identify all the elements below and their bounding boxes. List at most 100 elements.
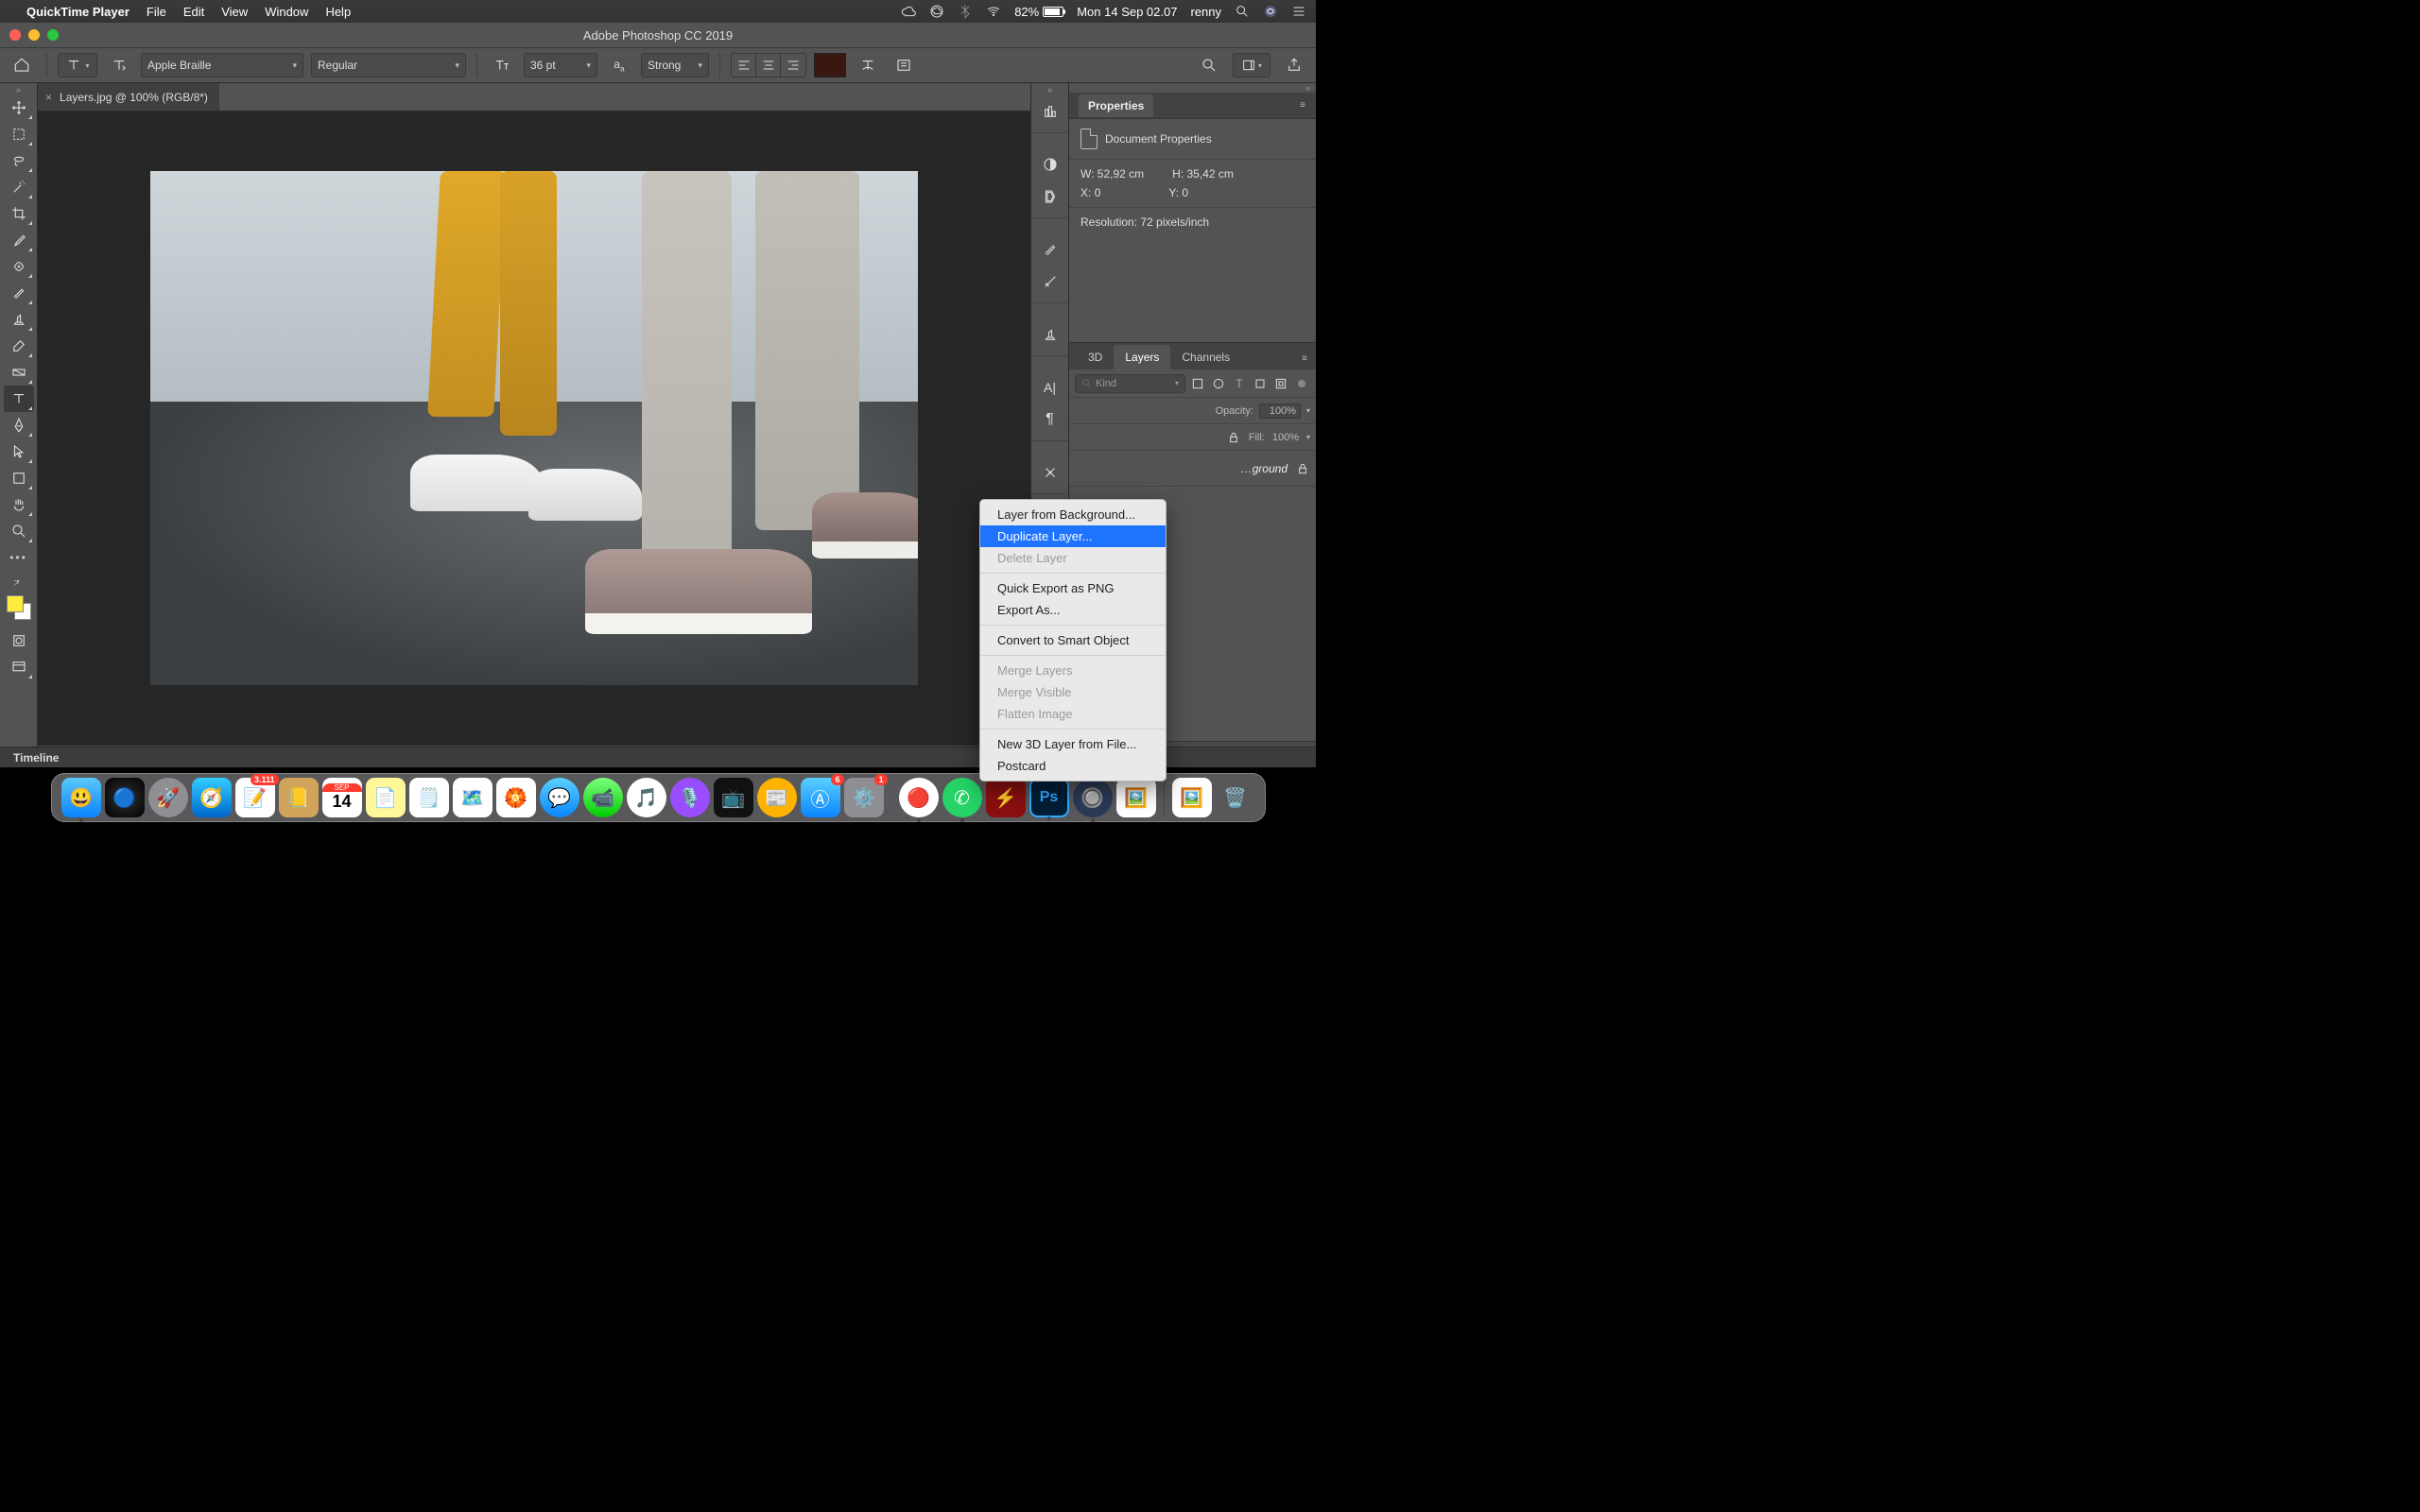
- font-style-select[interactable]: Regular▾: [311, 53, 466, 77]
- fill-value[interactable]: 100%: [1272, 432, 1299, 443]
- move-tool[interactable]: [4, 94, 34, 121]
- dock-whatsapp[interactable]: ✆: [942, 778, 982, 817]
- text-color-swatch[interactable]: [814, 53, 846, 77]
- align-left-button[interactable]: [732, 54, 756, 77]
- dock-maps[interactable]: 🗺️: [453, 778, 493, 817]
- ctx-quick-export-png[interactable]: Quick Export as PNG: [980, 577, 1166, 599]
- dock-notes[interactable]: 📄: [366, 778, 406, 817]
- opacity-value[interactable]: 100%: [1259, 404, 1301, 419]
- dock-calendar[interactable]: SEP 14: [322, 778, 362, 817]
- dock-appstore[interactable]: Ⓐ6: [801, 778, 840, 817]
- dock-news[interactable]: 📰: [757, 778, 797, 817]
- align-right-button[interactable]: [781, 54, 805, 77]
- lock-icon[interactable]: [1226, 430, 1241, 445]
- dock-settings[interactable]: ⚙️1: [844, 778, 884, 817]
- cloud-sync-icon[interactable]: [901, 4, 916, 19]
- screenmode-button[interactable]: [4, 654, 34, 680]
- align-center-button[interactable]: [756, 54, 781, 77]
- magic-wand-tool[interactable]: [4, 174, 34, 200]
- ctx-export-as[interactable]: Export As...: [980, 599, 1166, 621]
- filter-toggle-icon[interactable]: [1293, 375, 1310, 392]
- styles-panel-icon[interactable]: [1035, 181, 1065, 212]
- color-panel-icon[interactable]: [1035, 96, 1065, 127]
- quickmask-button[interactable]: [4, 627, 34, 654]
- home-button[interactable]: [8, 53, 36, 77]
- tab-3d[interactable]: 3D: [1077, 345, 1114, 369]
- brushes-panel-icon[interactable]: [1035, 234, 1065, 265]
- dock-safari[interactable]: 🧭: [192, 778, 232, 817]
- tools-collapse-icon[interactable]: »: [0, 85, 37, 94]
- filter-type-icon[interactable]: T: [1231, 375, 1248, 392]
- swap-colors-icon[interactable]: [4, 576, 34, 590]
- warp-text-button[interactable]: [854, 53, 882, 77]
- menubar-user[interactable]: renny: [1190, 5, 1221, 19]
- menu-view[interactable]: View: [221, 5, 248, 19]
- paragraph-panel-icon[interactable]: ¶: [1035, 404, 1065, 435]
- filter-adjust-icon[interactable]: [1210, 375, 1227, 392]
- document-tab[interactable]: × Layers.jpg @ 100% (RGB/8*): [38, 83, 219, 111]
- clone-stamp-tool[interactable]: [4, 306, 34, 333]
- dock-quicktime[interactable]: 🔘: [1073, 778, 1113, 817]
- spotlight-icon[interactable]: [1235, 4, 1250, 19]
- dock-music[interactable]: 🎵: [627, 778, 666, 817]
- dock-finder[interactable]: 😃: [61, 778, 101, 817]
- menu-help[interactable]: Help: [325, 5, 351, 19]
- dock-siri[interactable]: 🔵: [105, 778, 145, 817]
- wifi-icon[interactable]: [986, 4, 1001, 19]
- window-zoom-button[interactable]: [47, 29, 59, 41]
- healing-brush-tool[interactable]: [4, 253, 34, 280]
- color-swatches[interactable]: [5, 593, 33, 622]
- ctx-duplicate-layer[interactable]: Duplicate Layer...: [980, 525, 1166, 547]
- pen-tool[interactable]: [4, 412, 34, 438]
- menu-file[interactable]: File: [147, 5, 166, 19]
- character-panel-icon[interactable]: A|: [1035, 372, 1065, 403]
- ctx-convert-smart-object[interactable]: Convert to Smart Object: [980, 629, 1166, 651]
- filter-smart-icon[interactable]: [1272, 375, 1289, 392]
- layer-lock-icon[interactable]: [1295, 461, 1310, 476]
- dock-contacts[interactable]: 📒: [279, 778, 319, 817]
- share-button[interactable]: [1280, 53, 1308, 77]
- dock-facetime[interactable]: 📹: [583, 778, 623, 817]
- shape-tool[interactable]: [4, 465, 34, 491]
- filter-shape-icon[interactable]: [1252, 375, 1269, 392]
- dock-appletv[interactable]: 📺: [714, 778, 753, 817]
- tab-channels[interactable]: Channels: [1170, 345, 1241, 369]
- gradient-tool[interactable]: [4, 359, 34, 386]
- layer-name[interactable]: …ground: [1158, 462, 1288, 475]
- dock-downloads[interactable]: 🖼️: [1172, 778, 1212, 817]
- dock-reminders2[interactable]: 🗒️: [409, 778, 449, 817]
- hand-tool[interactable]: [4, 491, 34, 518]
- window-close-button[interactable]: [9, 29, 21, 41]
- ctx-layer-from-bg[interactable]: Layer from Background...: [980, 504, 1166, 525]
- ctx-postcard[interactable]: Postcard: [980, 755, 1166, 777]
- dock-messages[interactable]: 💬: [540, 778, 579, 817]
- zoom-tool[interactable]: [4, 518, 34, 544]
- filter-pixel-icon[interactable]: [1189, 375, 1206, 392]
- notification-center-icon[interactable]: [1291, 4, 1306, 19]
- menu-edit[interactable]: Edit: [183, 5, 204, 19]
- dock-flash[interactable]: ⚡: [986, 778, 1026, 817]
- dock-photos[interactable]: 🏵️: [496, 778, 536, 817]
- properties-menu-icon[interactable]: ≡: [1300, 100, 1306, 111]
- menubar-app-name[interactable]: QuickTime Player: [26, 5, 130, 19]
- canvas[interactable]: [38, 112, 1030, 745]
- close-tab-icon[interactable]: ×: [45, 91, 52, 104]
- clone-source-panel-icon[interactable]: [1035, 319, 1065, 350]
- creative-cloud-icon[interactable]: [929, 4, 944, 19]
- dock-photoshop[interactable]: Ps: [1029, 778, 1069, 817]
- dock-trash[interactable]: 🗑️: [1216, 778, 1255, 817]
- search-button[interactable]: [1195, 53, 1223, 77]
- ctx-new-3d-layer[interactable]: New 3D Layer from File...: [980, 733, 1166, 755]
- brush-tool[interactable]: [4, 280, 34, 306]
- dock-launchpad[interactable]: 🚀: [148, 778, 188, 817]
- tool-preset-type-icon[interactable]: ▾: [58, 53, 97, 77]
- marquee-tool[interactable]: [4, 121, 34, 147]
- tab-layers[interactable]: Layers: [1114, 345, 1170, 369]
- dock-preview[interactable]: 🖼️: [1116, 778, 1156, 817]
- type-tool[interactable]: [4, 386, 34, 412]
- font-size-select[interactable]: 36 pt▾: [524, 53, 597, 77]
- edit-toolbar-button[interactable]: •••: [4, 544, 34, 571]
- tool-presets-panel-icon[interactable]: [1035, 457, 1065, 488]
- layers-filter-select[interactable]: Kind ▾: [1075, 374, 1185, 393]
- battery-status[interactable]: 82%: [1014, 5, 1063, 19]
